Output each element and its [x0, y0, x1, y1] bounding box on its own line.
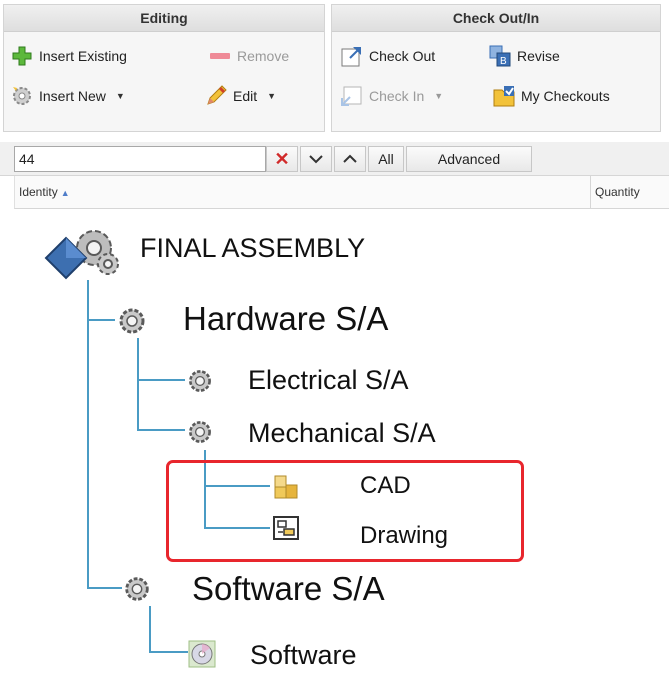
tree-node-cad[interactable]: CAD: [360, 472, 411, 500]
highlight-box: [166, 460, 524, 562]
tree-node-mechanical-sa[interactable]: Mechanical S/A: [248, 418, 436, 449]
gear-icon: [116, 305, 148, 337]
software-disc-icon: [188, 640, 216, 668]
tree-node-software[interactable]: Software: [250, 640, 357, 671]
tree-node-final-assembly[interactable]: FINAL ASSEMBLY: [140, 233, 365, 264]
tree-node-software-sa[interactable]: Software S/A: [192, 570, 385, 608]
gear-icon: [186, 418, 214, 446]
assembly-icon: [44, 224, 126, 280]
gear-icon: [122, 574, 152, 604]
drawing-icon: [272, 514, 300, 542]
tree-node-drawing[interactable]: Drawing: [360, 522, 448, 550]
tree-node-electrical-sa[interactable]: Electrical S/A: [248, 365, 409, 396]
gear-icon: [186, 367, 214, 395]
cad-part-icon: [272, 473, 300, 501]
tree-node-hardware-sa[interactable]: Hardware S/A: [183, 300, 388, 338]
